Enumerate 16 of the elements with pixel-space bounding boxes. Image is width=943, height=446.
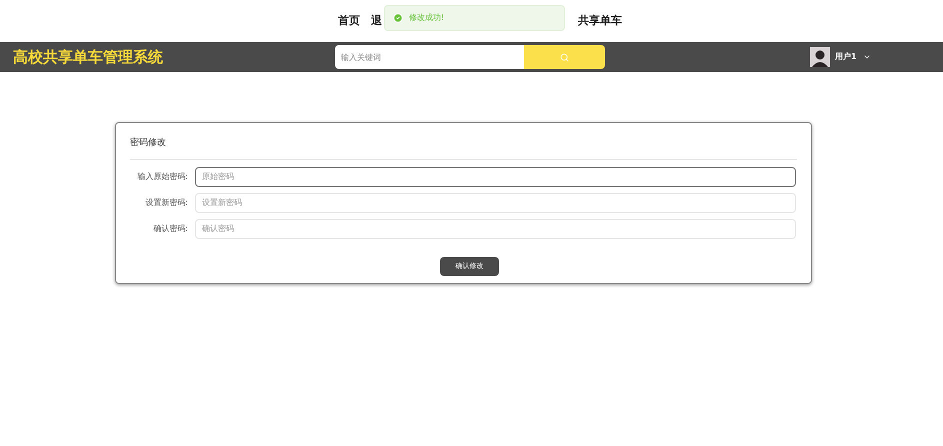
search-icon: [560, 52, 569, 62]
card-title: 密码修改: [130, 123, 797, 160]
avatar-icon: [810, 47, 830, 67]
user-name[interactable]: 用户1: [835, 51, 857, 63]
search-field[interactable]: 输入关键词: [335, 45, 524, 69]
caret-icon[interactable]: [862, 53, 871, 61]
toast-message: 修改成功!: [409, 12, 444, 24]
password-field[interactable]: 原始密码: [195, 166, 796, 186]
success-icon: [393, 13, 403, 23]
nav-link[interactable]: 退: [371, 12, 382, 30]
field-label: 输入原始密码:: [136, 170, 188, 182]
nav-link[interactable]: 共享单车: [578, 12, 622, 30]
field-label: 确认密码:: [152, 222, 188, 234]
field-label: 设置新密码:: [144, 196, 188, 208]
site-title: 高校共享单车管理系统: [13, 46, 163, 68]
nav-link[interactable]: 首页: [338, 12, 360, 30]
